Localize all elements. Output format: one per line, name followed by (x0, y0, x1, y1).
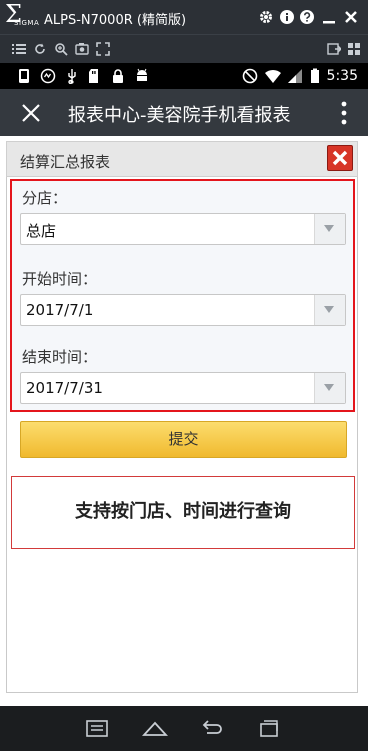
lock-icon (110, 68, 126, 84)
grid-icon[interactable] (347, 42, 361, 56)
panel-title: 结算汇总报表 (20, 153, 111, 171)
sigma-logo-text: SIGMA (14, 19, 40, 27)
do-not-disturb-icon (242, 68, 258, 84)
gear-icon[interactable] (258, 9, 274, 25)
emulator-nav-bar (0, 706, 368, 751)
sd-icon (86, 68, 102, 84)
feature-note: 支持按门店、时间进行查询 (11, 476, 355, 549)
submit-button[interactable]: 提交 (20, 421, 347, 458)
start-date-label: 开始时间： (22, 270, 98, 288)
end-date-label: 结束时间： (22, 348, 98, 366)
menu-icon[interactable] (84, 716, 110, 740)
main-content: 结算汇总报表 分店： 总店 开始时间： 2017/7/1 结束时间： 2017/… (0, 136, 368, 706)
start-date-value: 2017/7/1 (26, 301, 94, 319)
home-icon[interactable] (142, 716, 168, 740)
start-date-select[interactable]: 2017/7/1 (20, 294, 346, 326)
sigma-logo: Σ SIGMA (5, 1, 39, 30)
android-status-bar: 5:35 (0, 63, 368, 89)
android-icon (134, 68, 150, 84)
filter-form: 分店： 总店 开始时间： 2017/7/1 结束时间： 2017/7/31 (10, 179, 355, 412)
panel-close-button[interactable] (327, 145, 353, 171)
end-date-value: 2017/7/31 (26, 379, 103, 397)
branch-value: 总店 (26, 222, 57, 240)
fullscreen-icon[interactable] (96, 42, 110, 56)
back-icon[interactable] (199, 716, 225, 740)
zoom-icon[interactable] (54, 42, 68, 56)
usb-icon (64, 68, 80, 84)
branch-label: 分店： (22, 189, 68, 207)
battery-icon (307, 68, 323, 84)
rotate-icon[interactable] (33, 42, 47, 56)
close-icon[interactable] (343, 9, 359, 25)
emulator-title: ALPS-N7000R (精简版) (44, 13, 187, 28)
wifi-icon (265, 68, 281, 84)
end-date-select[interactable]: 2017/7/31 (20, 372, 346, 404)
network-icon (40, 68, 56, 84)
panel-header: 结算汇总报表 (6, 141, 358, 177)
settings-icon[interactable] (327, 42, 341, 56)
signal-icon (287, 68, 303, 84)
recent-apps-icon[interactable] (256, 716, 282, 740)
emulator-titlebar: Σ SIGMA ALPS-N7000R (精简版) (0, 0, 368, 34)
menu-list-icon[interactable] (12, 42, 26, 56)
overflow-menu-icon[interactable] (340, 100, 348, 126)
phone-icon (16, 68, 32, 84)
info-icon[interactable] (279, 9, 295, 25)
screenshot-icon[interactable] (75, 42, 89, 56)
chevron-down-icon (314, 373, 345, 403)
chevron-down-icon (314, 295, 345, 325)
chevron-down-icon (314, 214, 345, 244)
emulator-toolbar (0, 34, 368, 64)
help-icon[interactable] (299, 9, 315, 25)
minimize-icon[interactable] (321, 9, 337, 25)
status-time: 5:35 (326, 68, 358, 84)
back-close-icon[interactable] (20, 102, 42, 124)
branch-select[interactable]: 总店 (20, 213, 346, 245)
app-action-bar: 报表中心-美容院手机看报表 (0, 89, 368, 136)
page-title: 报表中心-美容院手机看报表 (68, 105, 291, 126)
